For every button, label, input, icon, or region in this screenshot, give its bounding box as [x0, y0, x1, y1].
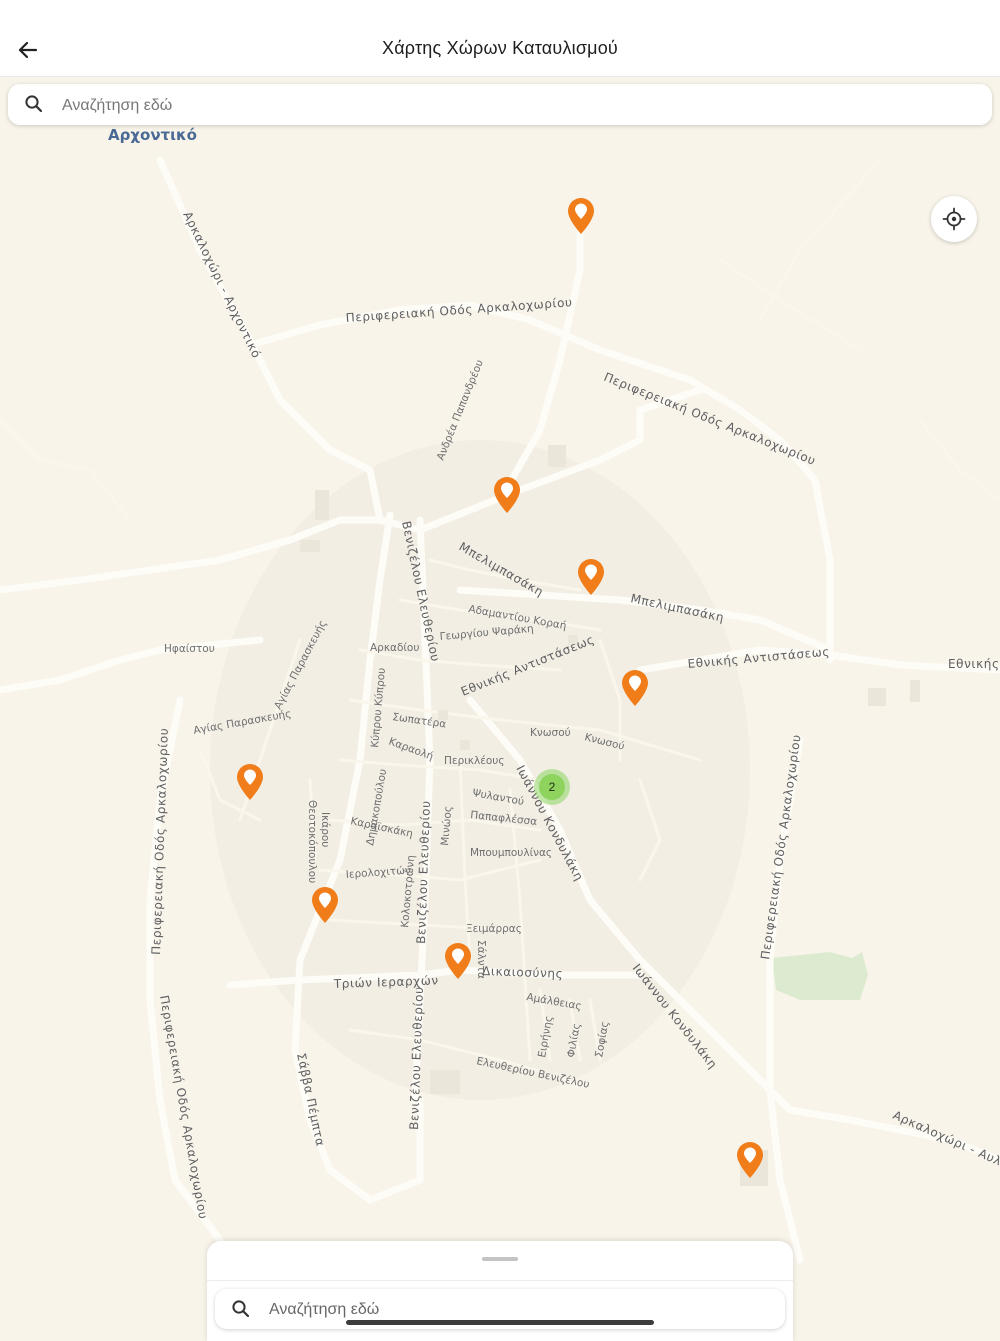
- street-label: Ηφαίστου: [164, 643, 215, 655]
- street-label: Σάββα Πέμπτα: [294, 1052, 327, 1148]
- street-label: Δικαιοσύνης: [482, 964, 564, 981]
- bottom-sheet[interactable]: [207, 1241, 793, 1341]
- map-pin-icon[interactable]: [442, 941, 474, 981]
- map-pin-icon[interactable]: [565, 196, 597, 236]
- search-icon: [232, 1300, 250, 1318]
- street-label: Περικλέους: [444, 755, 505, 767]
- page-title: Χάρτης Χώρων Καταυλισμού: [382, 38, 618, 58]
- header: Χάρτης Χώρων Καταυλισμού: [0, 0, 1000, 77]
- search-icon: [25, 95, 43, 113]
- street-label: Ξειμάρρας: [466, 923, 522, 935]
- my-location-button[interactable]: [931, 196, 977, 242]
- map-pin-icon[interactable]: [734, 1140, 766, 1180]
- street-label: Αρκαλοχώρι - Αρχοντικό: [180, 209, 263, 360]
- street-label: Περιφερειακή Οδός Αρκαλοχωρίου: [149, 727, 171, 955]
- street-label: Περιφερειακή Οδός Αρκαλοχωρίου: [602, 370, 818, 468]
- map-pin-icon[interactable]: [309, 885, 341, 925]
- search-bar[interactable]: [8, 84, 992, 125]
- crosshair-icon: [942, 207, 966, 231]
- street-label: Εθνικής: [948, 657, 1000, 671]
- cluster-count: 2: [539, 774, 565, 800]
- map-pin-icon[interactable]: [234, 762, 266, 802]
- map-pin-icon[interactable]: [575, 557, 607, 597]
- street-label: Περιφερειακή Οδός Αρκαλοχωρίου: [758, 733, 804, 960]
- home-indicator: [346, 1320, 654, 1325]
- map-pin-icon[interactable]: [619, 668, 651, 708]
- street-label: Ικάρου: [319, 812, 331, 847]
- street-label: Αρκαδίου: [370, 642, 419, 654]
- park-area: [772, 952, 868, 1000]
- map-cluster[interactable]: 2: [534, 769, 570, 805]
- map[interactable]: Αρχοντικό Αρκαλοχώρι - Αρχοντικό Περιφερ…: [0, 0, 1000, 1334]
- map-pin-icon[interactable]: [491, 475, 523, 515]
- street-label: Θεοτοκόπουλου: [306, 800, 318, 883]
- search-input[interactable]: [60, 90, 964, 122]
- divider: [207, 1280, 793, 1281]
- street-label: Αρκαλοχώρι - Αυλή: [891, 1108, 1000, 1172]
- street-label: Μπουμπουλίνας: [470, 847, 552, 859]
- street-label: Κνωσού: [530, 727, 571, 739]
- sheet-grabber[interactable]: [482, 1257, 518, 1261]
- place-label-archontiko: Αρχοντικό: [108, 126, 197, 144]
